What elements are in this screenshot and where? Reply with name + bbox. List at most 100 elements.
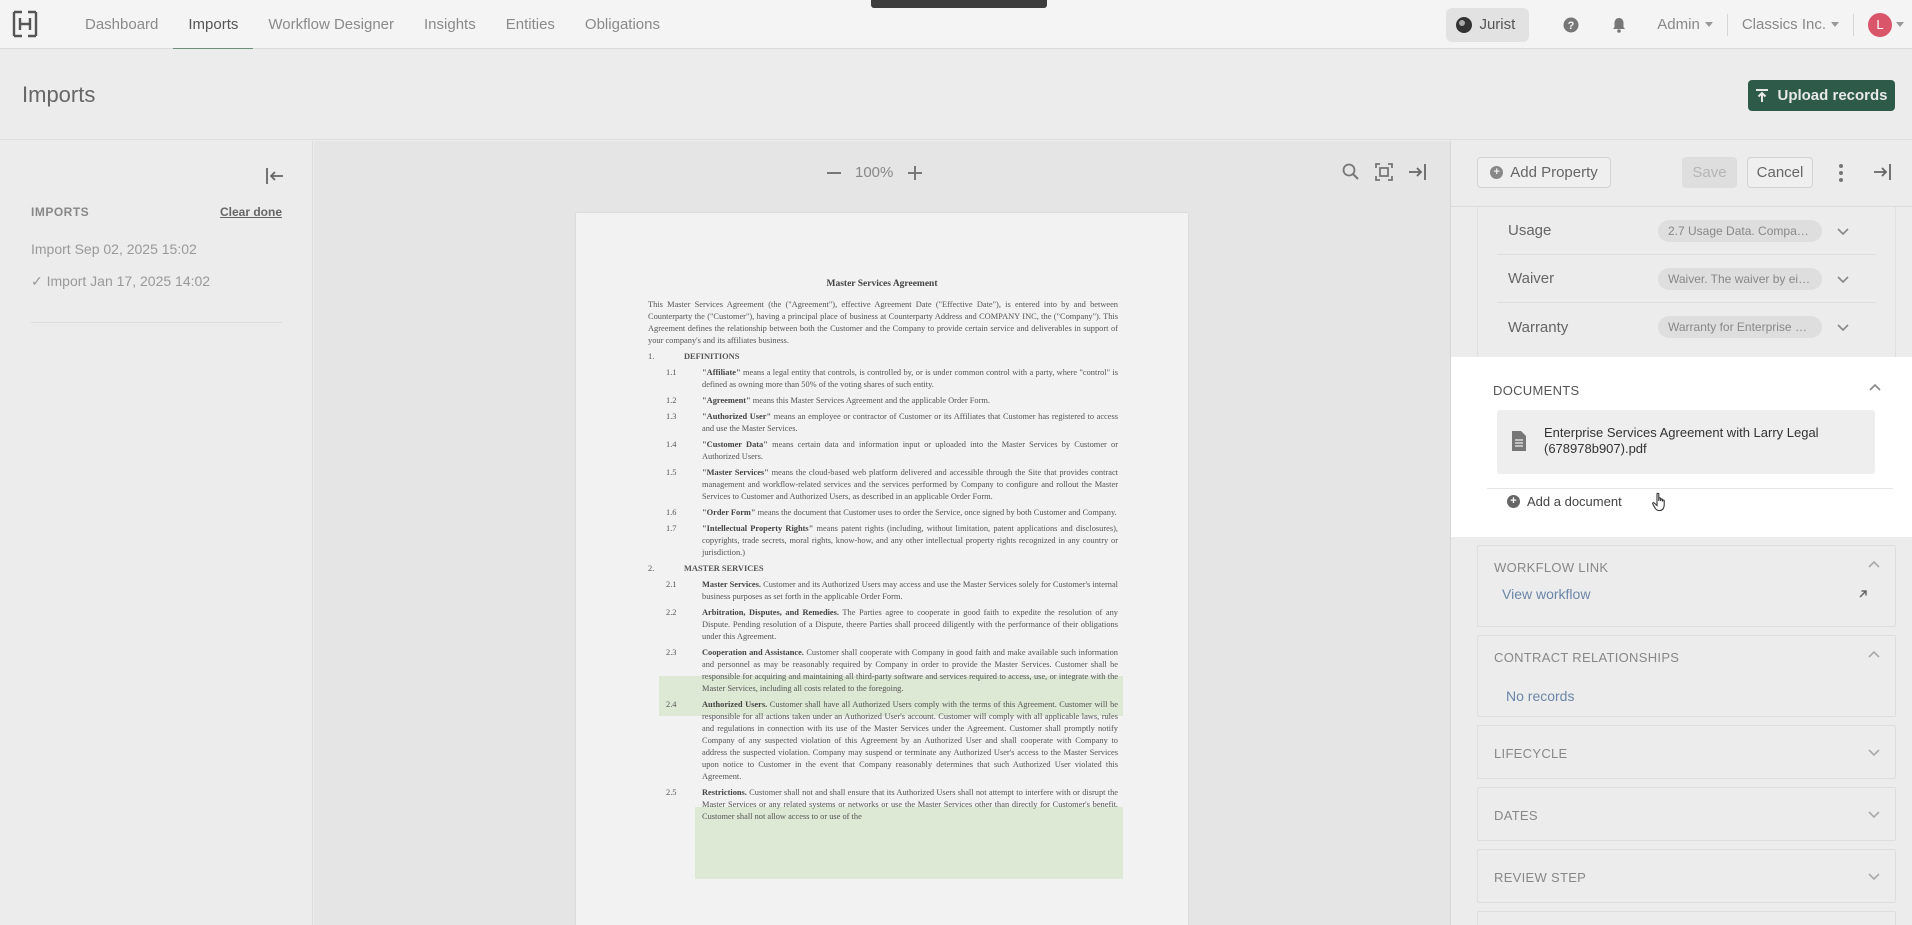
more-options-icon[interactable] — [1836, 162, 1846, 184]
help-icon[interactable]: ? — [1556, 10, 1586, 40]
clause-term: Cooperation and Assistance. — [702, 648, 804, 657]
nav-tab-insights[interactable]: Insights — [409, 0, 491, 49]
nav-tab-imports[interactable]: Imports — [173, 0, 254, 50]
chevron-down-icon — [1704, 22, 1713, 27]
chevron-down-icon[interactable] — [1896, 22, 1904, 27]
section-heading: MASTER SERVICES — [684, 564, 764, 573]
clause-term: "Customer Data" — [702, 440, 768, 449]
add-property-label: Add Property — [1510, 164, 1598, 181]
add-document-label: Add a document — [1527, 494, 1622, 509]
jurist-button[interactable]: Jurist — [1446, 7, 1530, 42]
nav-tabs: Dashboard Imports Workflow Designer Insi… — [70, 0, 675, 50]
documents-card: DOCUMENTS Enterprise Services Agreement … — [1477, 365, 1896, 529]
add-property-button[interactable]: + Add Property — [1477, 157, 1611, 188]
clause-text: Master Services. Customer and its Author… — [702, 579, 1118, 603]
svg-text:?: ? — [1568, 20, 1575, 32]
drag-handle[interactable] — [871, 0, 1047, 8]
lifecycle-card[interactable]: LIFECYCLE — [1477, 725, 1896, 779]
document-file[interactable]: Enterprise Services Agreement with Larry… — [1497, 410, 1875, 474]
jurist-icon — [1456, 16, 1473, 33]
property-value[interactable]: 2.7 Usage Data. Company may collect — [1658, 219, 1822, 242]
cancel-button[interactable]: Cancel — [1747, 157, 1813, 188]
collapse-left-icon[interactable] — [264, 165, 286, 187]
document-section-heading: 1. DEFINITIONS — [648, 351, 1118, 363]
save-button[interactable]: Save — [1682, 157, 1737, 188]
clause-term: "Master Services" — [702, 468, 769, 477]
clause-number: 2.2 — [666, 608, 677, 617]
property-row[interactable]: Waiver Waiver. The waiver by either part… — [1498, 255, 1876, 303]
clause-number: 1.6 — [666, 508, 677, 517]
plus-circle-icon: + — [1507, 495, 1520, 508]
fit-page-icon[interactable] — [1373, 161, 1395, 183]
chevron-down-icon[interactable] — [1836, 272, 1850, 286]
document-clause: 1.3 "Authorized User" means an employee o… — [648, 411, 1118, 435]
clause-body: means this Master Services Agreement and… — [750, 396, 990, 405]
document-section-heading: 2. MASTER SERVICES — [648, 563, 1118, 575]
chevron-down-icon[interactable] — [1836, 224, 1850, 238]
clear-done-link[interactable]: Clear done — [220, 205, 282, 219]
document-clause: 1.2 "Agreement" means this Master Service… — [648, 395, 1118, 407]
add-document-button[interactable]: + Add a document — [1507, 494, 1622, 509]
workflow-link-card: WORKFLOW LINK View workflow — [1477, 545, 1896, 627]
app-logo[interactable] — [0, 0, 50, 49]
bell-icon[interactable] — [1604, 10, 1634, 40]
org-dropdown[interactable]: Classics Inc. — [1728, 16, 1853, 33]
close-panel-icon[interactable] — [1871, 161, 1893, 183]
document-clause: 2.2 Arbitration, Disputes, and Remedies. … — [648, 607, 1118, 643]
nav-tab-entities[interactable]: Entities — [491, 0, 570, 49]
import-item-done[interactable]: ✓ Import Jan 17, 2025 14:02 — [31, 273, 210, 290]
clause-number: 1.5 — [666, 468, 677, 477]
chevron-up-icon[interactable] — [1867, 558, 1881, 572]
section-number: 1. — [648, 352, 655, 361]
clause-text: Arbitration, Disputes, and Remedies. The… — [702, 607, 1118, 643]
no-records-link[interactable]: No records — [1506, 688, 1574, 704]
nav-tab-dashboard[interactable]: Dashboard — [70, 0, 173, 49]
avatar[interactable]: L — [1868, 12, 1892, 37]
nav-right: Jurist ? Admin Classics Inc. L — [1446, 0, 1912, 49]
clause-text: "Affiliate" means a legal entity that co… — [702, 367, 1118, 391]
clause-term: "Order Form" — [702, 508, 756, 517]
property-row[interactable]: Usage 2.7 Usage Data. Company may collec… — [1498, 207, 1876, 255]
dates-label: DATES — [1494, 808, 1538, 823]
import-item[interactable]: Import Sep 02, 2025 15:02 — [31, 241, 197, 257]
clause-number: 2.4 — [666, 700, 677, 709]
clause-term: "Authorized User" — [702, 412, 772, 421]
zoom-in-icon[interactable] — [904, 162, 926, 184]
document-clause: 1.6 "Order Form" means the document that … — [648, 507, 1118, 519]
chevron-up-icon[interactable] — [1868, 381, 1882, 395]
admin-label: Admin — [1657, 16, 1700, 33]
chevron-down-icon[interactable] — [1867, 745, 1881, 759]
admin-dropdown[interactable]: Admin — [1643, 16, 1727, 33]
upload-records-button[interactable]: Upload records — [1748, 80, 1895, 111]
zoom-level: 100% — [855, 164, 894, 181]
nav-tab-obligations[interactable]: Obligations — [570, 0, 675, 49]
external-link-icon[interactable] — [1857, 588, 1869, 600]
clause-text: "Intellectual Property Rights" means pat… — [702, 523, 1118, 559]
clause-number: 1.3 — [666, 412, 677, 421]
search-icon[interactable] — [1340, 161, 1362, 183]
chevron-down-icon[interactable] — [1836, 320, 1850, 334]
review-step-card[interactable]: REVIEW STEP — [1477, 849, 1896, 903]
document-viewer: 100% Master Services Agreement This Mast… — [314, 141, 1450, 925]
zoom-out-icon[interactable] — [823, 162, 845, 184]
chevron-down-icon[interactable] — [1867, 807, 1881, 821]
chevron-up-icon[interactable] — [1867, 648, 1881, 662]
property-value[interactable]: Warranty for Enterprise Services — [1658, 316, 1822, 338]
chevron-down-icon[interactable] — [1867, 869, 1881, 883]
imports-section-label: IMPORTS — [31, 205, 90, 219]
plus-circle-icon: + — [1490, 166, 1504, 179]
document-clause: 1.7 "Intellectual Property Rights" means … — [648, 523, 1118, 559]
collapse-right-icon[interactable] — [1406, 161, 1428, 183]
hand-cursor-icon — [1652, 492, 1665, 512]
property-value[interactable]: Waiver. The waiver by either party — [1658, 267, 1822, 290]
document-clause: 1.4 "Customer Data" means certain data an… — [648, 439, 1118, 463]
contract-relationships-label: CONTRACT RELATIONSHIPS — [1494, 650, 1680, 665]
nav-tab-workflow-designer[interactable]: Workflow Designer — [253, 0, 409, 49]
page-title: Imports — [22, 82, 96, 107]
view-workflow-link[interactable]: View workflow — [1502, 586, 1590, 602]
page-header: Imports Upload records — [0, 49, 1912, 140]
property-row[interactable]: Warranty Warranty for Enterprise Service… — [1498, 303, 1876, 351]
clause-text: Cooperation and Assistance. Customer sha… — [702, 647, 1118, 695]
dates-card[interactable]: DATES — [1477, 787, 1896, 841]
document-intro: This Master Services Agreement (the ("Ag… — [648, 300, 1118, 345]
